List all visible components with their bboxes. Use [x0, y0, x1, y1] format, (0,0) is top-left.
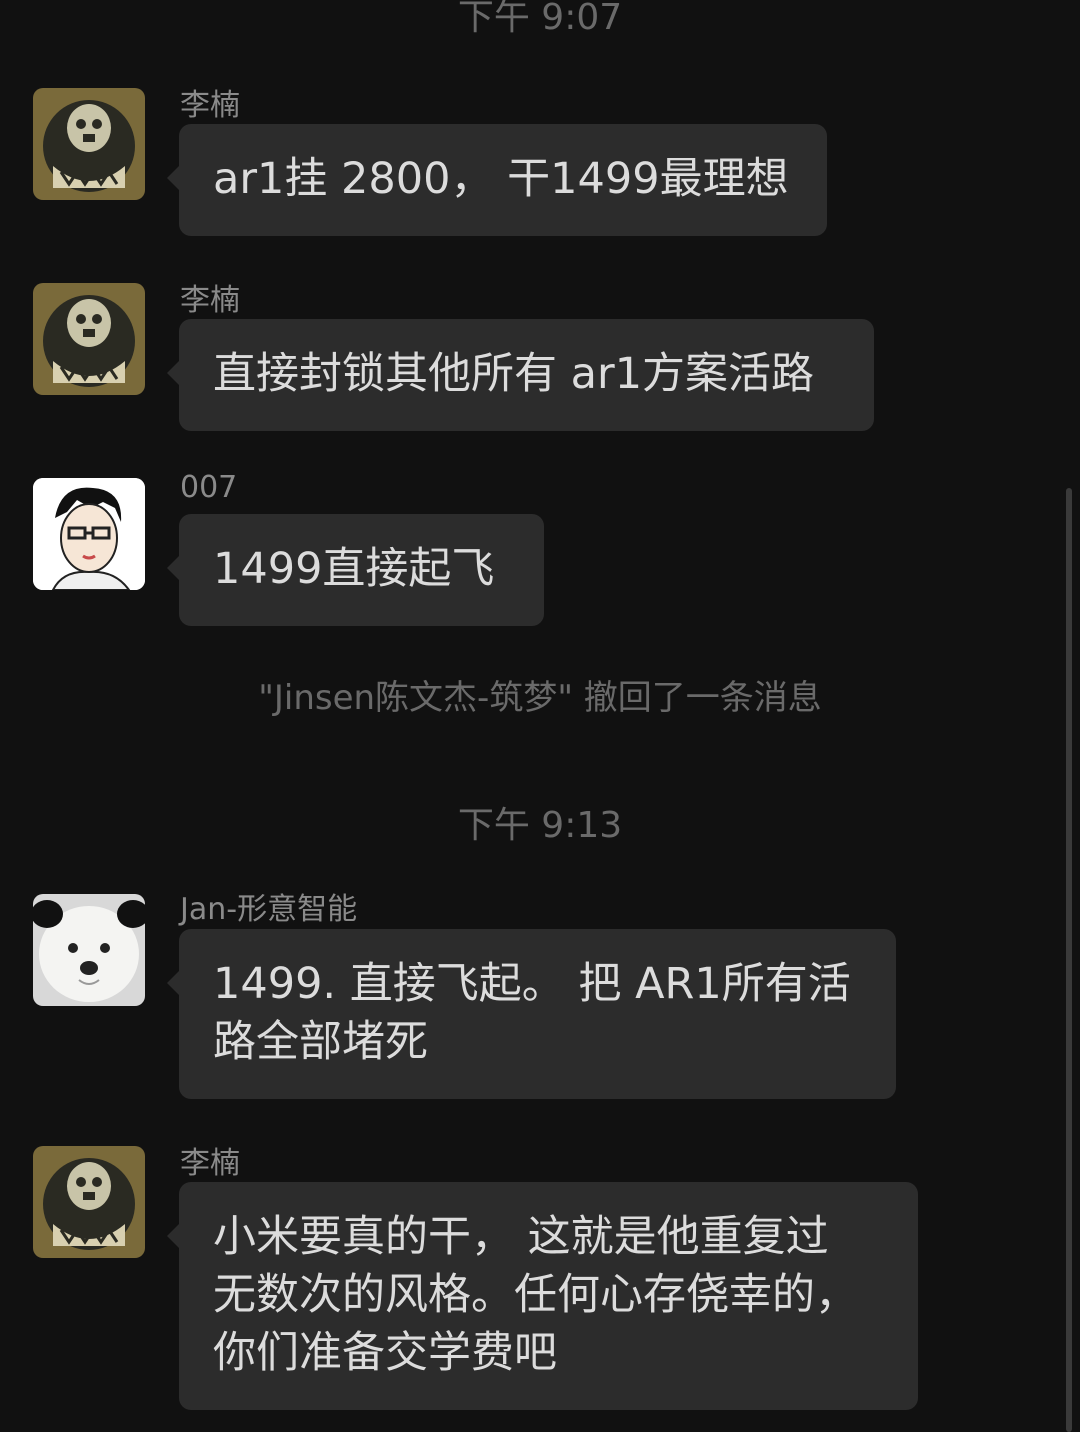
cartoon-face-avatar[interactable] [33, 478, 145, 590]
sender-name: Jan-形意智能 [180, 892, 358, 927]
message-text: ar1挂 2800， 干1499最理想 [213, 154, 789, 204]
scrollbar[interactable] [1066, 488, 1072, 1432]
message-text-line: 无数次的风格。任何心存侥幸的， [213, 1270, 858, 1320]
message-text-line: 小米要真的干， 这就是他重复过 [213, 1212, 829, 1262]
message-text-line: 1499. 直接飞起。 把 AR1所有活 [213, 959, 851, 1009]
bearbrick-avatar[interactable] [33, 1146, 145, 1258]
sender-name: 007 [180, 470, 238, 505]
message-text: 1499直接起飞 [213, 544, 495, 594]
message-text-line: 路全部堵死 [213, 1017, 428, 1067]
bearbrick-avatar[interactable] [33, 88, 145, 200]
sender-name: 李楠 [180, 283, 240, 318]
timestamp-middle: 下午 9:13 [457, 805, 623, 846]
white-dog-avatar[interactable] [33, 894, 145, 1006]
message-bubble[interactable]: 直接封锁其他所有 ar1方案活路 [167, 319, 874, 431]
sender-name: 李楠 [180, 1146, 240, 1181]
sender-name: 李楠 [180, 88, 240, 123]
message-bubble[interactable]: ar1挂 2800， 干1499最理想 [167, 124, 827, 236]
message-bubble[interactable]: 1499. 直接飞起。 把 AR1所有活 路全部堵死 [167, 929, 896, 1099]
message-text: 直接封锁其他所有 ar1方案活路 [213, 349, 815, 399]
bearbrick-avatar[interactable] [33, 283, 145, 395]
message-bubble[interactable]: 小米要真的干， 这就是他重复过 无数次的风格。任何心存侥幸的， 你们准备交学费吧 [167, 1182, 918, 1410]
message-bubble[interactable]: 1499直接起飞 [167, 514, 544, 626]
recall-notice: "Jinsen陈文杰-筑梦" 撤回了一条消息 [258, 678, 822, 718]
message-text-line: 你们准备交学费吧 [213, 1328, 557, 1378]
timestamp-top: 下午 9:07 [457, 0, 623, 38]
